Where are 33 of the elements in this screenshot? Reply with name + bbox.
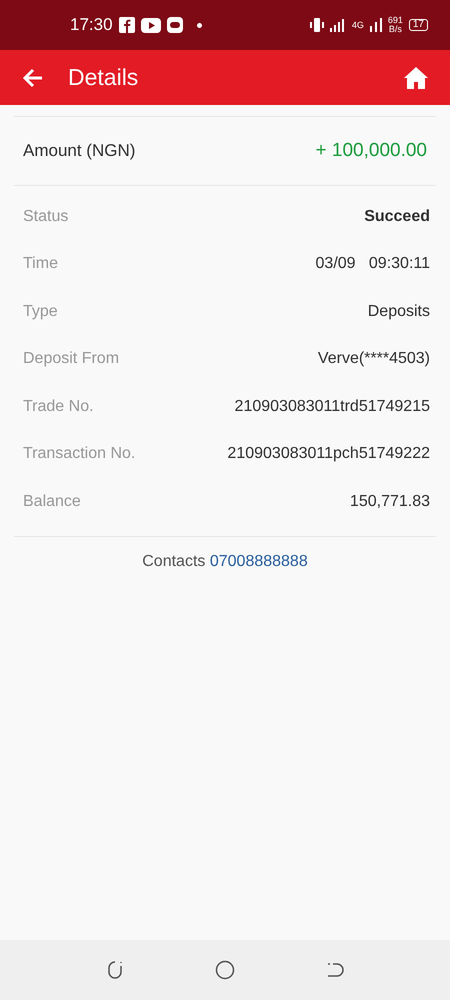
facebook-icon	[118, 17, 135, 33]
detail-label: Transaction No.	[23, 445, 136, 464]
detail-label: Type	[23, 302, 58, 321]
dot-icon	[196, 22, 202, 28]
signal-icon	[370, 18, 382, 32]
detail-label: Balance	[23, 492, 81, 511]
detail-value: 150,771.83	[350, 492, 430, 511]
home-button-icon[interactable]	[215, 960, 235, 980]
detail-value: Verve(****4503)	[318, 350, 430, 368]
page-title: Details	[68, 64, 140, 91]
home-icon[interactable]	[404, 66, 428, 88]
detail-label: Trade No.	[23, 398, 94, 416]
amount-value: + 100,000.00	[316, 140, 427, 162]
detail-value: 03/09 09:30:11	[316, 255, 430, 274]
detail-label: Status	[23, 208, 68, 226]
back-arrow-icon[interactable]	[22, 68, 44, 88]
detail-value: Deposits	[368, 302, 430, 321]
status-time: 17:30	[70, 15, 113, 35]
amount-label: Amount (NGN)	[23, 141, 136, 161]
detail-label: Deposit From	[23, 350, 120, 368]
detail-label: Time	[23, 255, 58, 274]
speed-unit: B/s	[388, 25, 402, 34]
detail-value: Succeed	[364, 208, 430, 226]
network-type: 4G	[352, 20, 364, 30]
network-speed: 691	[388, 16, 403, 25]
detail-value: 210903083011pch51749222	[227, 445, 430, 464]
signal-icon	[330, 18, 346, 32]
detail-value: 210903083011trd51749215	[234, 398, 430, 416]
battery-level: 17	[408, 19, 428, 31]
play-icon	[140, 18, 161, 32]
vibrate-icon	[310, 18, 324, 32]
phone-link[interactable]: 07008888888	[210, 552, 308, 570]
contacts-label: Contacts	[142, 552, 206, 570]
